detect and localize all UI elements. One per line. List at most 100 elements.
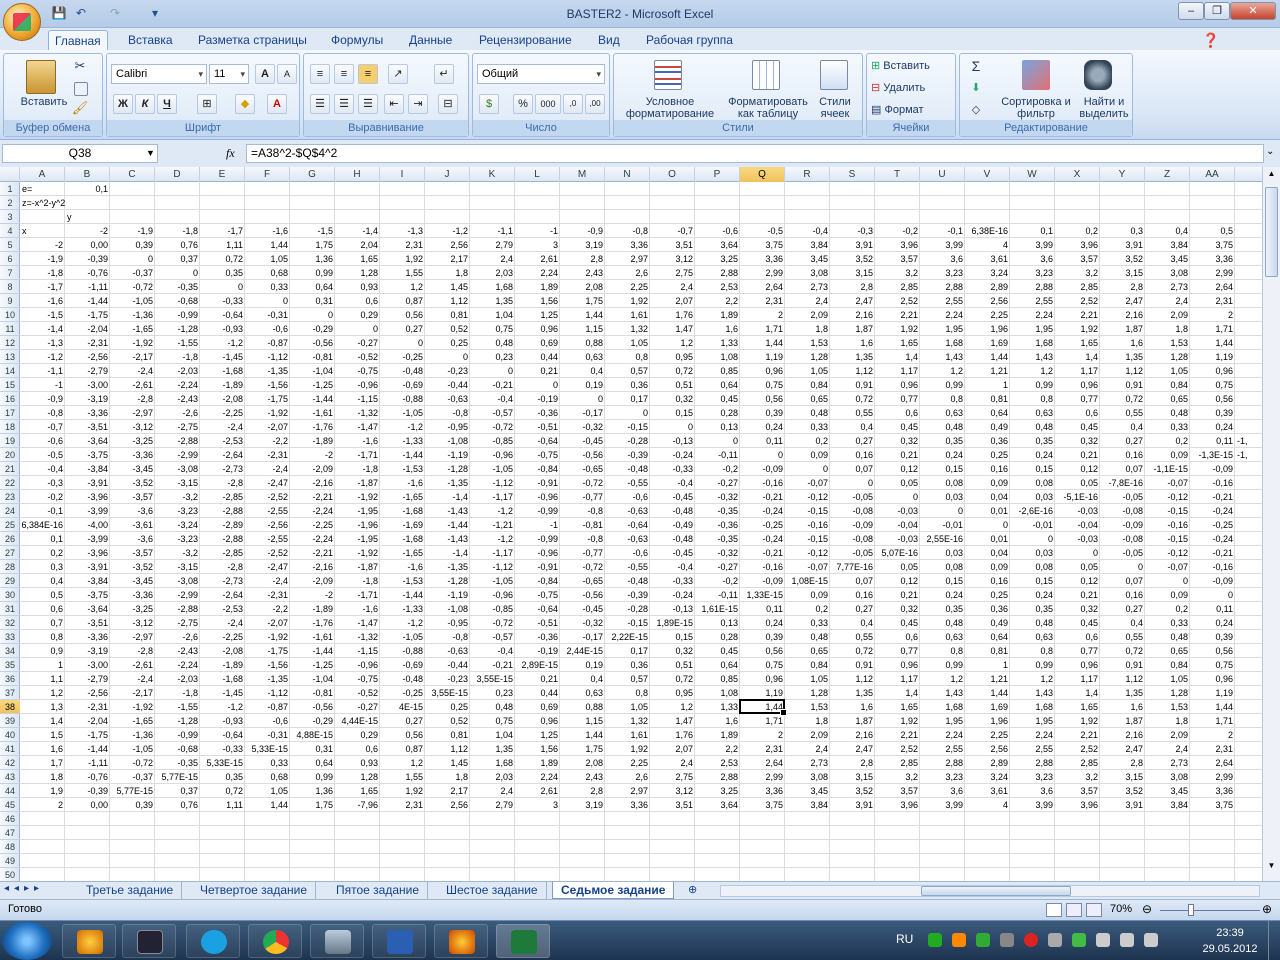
formula-input[interactable]: =A38^2-$Q$4^2 [246, 144, 1264, 163]
cell-Q27[interactable]: -0,21 [740, 546, 785, 560]
cell-S42[interactable]: 2,8 [830, 756, 875, 770]
cell-I4[interactable]: -1,3 [380, 224, 425, 238]
sheet-tab-3[interactable]: Третье задание [78, 882, 183, 899]
cell-S11[interactable]: 1,87 [830, 322, 875, 336]
cell-F17[interactable]: -1,92 [245, 406, 290, 420]
cell-Y10[interactable]: 2,16 [1100, 308, 1145, 322]
row-header-8[interactable]: 8 [0, 280, 20, 294]
cell-G9[interactable]: 0,31 [290, 294, 335, 308]
cell-R12[interactable]: 1,53 [785, 336, 830, 350]
cell-X23[interactable]: -5,1E-16 [1055, 490, 1100, 504]
cell-T12[interactable]: 1,65 [875, 336, 920, 350]
taskbar-chrome[interactable] [248, 924, 302, 958]
cell-F43[interactable]: 0,68 [245, 770, 290, 784]
cell-U22[interactable]: 0,08 [920, 476, 965, 490]
cell-K17[interactable]: -0,57 [470, 406, 515, 420]
cell-C38[interactable]: -1,92 [110, 700, 155, 714]
cell-I28[interactable]: -1,6 [380, 560, 425, 574]
cell-N11[interactable]: 1,32 [605, 322, 650, 336]
cell-J19[interactable]: -1,08 [425, 434, 470, 448]
cell-K32[interactable]: -0,72 [470, 616, 515, 630]
cell-AA10[interactable]: 2 [1190, 308, 1235, 322]
cell-G12[interactable]: -0,56 [290, 336, 335, 350]
cell-V41[interactable]: 2,56 [965, 742, 1010, 756]
cell-O13[interactable]: 0,95 [650, 350, 695, 364]
cut-icon[interactable]: ✂ [70, 59, 90, 72]
cell-S25[interactable]: -0,09 [830, 518, 875, 532]
cell-E25[interactable]: -2,89 [200, 518, 245, 532]
cell-E9[interactable]: -0,33 [200, 294, 245, 308]
cell-H24[interactable]: -1,95 [335, 504, 380, 518]
cell-A11[interactable]: -1,4 [20, 322, 65, 336]
cell-I31[interactable]: -1,33 [380, 602, 425, 616]
conditional-formatting-icon[interactable] [654, 60, 682, 90]
cell-Z34[interactable]: 0,65 [1145, 644, 1190, 658]
cell-E44[interactable]: 0,72 [200, 784, 245, 798]
cell-P42[interactable]: 2,53 [695, 756, 740, 770]
cell-C27[interactable]: -3,57 [110, 546, 155, 560]
cell-X42[interactable]: 2,85 [1055, 756, 1100, 770]
cell-M8[interactable]: 2,08 [560, 280, 605, 294]
cell-Z26[interactable]: -0,15 [1145, 532, 1190, 546]
cell-AA13[interactable]: 1,19 [1190, 350, 1235, 364]
cell-A40[interactable]: 1,5 [20, 728, 65, 742]
column-header-S[interactable]: S [830, 167, 875, 182]
cell-J37[interactable]: 3,55E-15 [425, 686, 470, 700]
cell-Z18[interactable]: 0,33 [1145, 420, 1190, 434]
cell-L32[interactable]: -0,51 [515, 616, 560, 630]
cell-Z40[interactable]: 2,09 [1145, 728, 1190, 742]
cell-P15[interactable]: 0,64 [695, 378, 740, 392]
cell-F27[interactable]: -2,52 [245, 546, 290, 560]
cell-C43[interactable]: -0,37 [110, 770, 155, 784]
cell-C25[interactable]: -3,61 [110, 518, 155, 532]
cell-G29[interactable]: -2,09 [290, 574, 335, 588]
cell-P40[interactable]: 1,89 [695, 728, 740, 742]
cell-E33[interactable]: -2,25 [200, 630, 245, 644]
cell-F9[interactable]: 0 [245, 294, 290, 308]
tray-torrent-icon[interactable] [928, 933, 942, 947]
cell-F45[interactable]: 1,44 [245, 798, 290, 812]
cell-Q20[interactable]: 0 [740, 448, 785, 462]
cell-V9[interactable]: 2,56 [965, 294, 1010, 308]
cell-G20[interactable]: -2 [290, 448, 335, 462]
cell-H19[interactable]: -1,6 [335, 434, 380, 448]
cell-W38[interactable]: 1,68 [1010, 700, 1055, 714]
cell-Q43[interactable]: 2,99 [740, 770, 785, 784]
cell-S14[interactable]: 1,12 [830, 364, 875, 378]
cell-R31[interactable]: 0,2 [785, 602, 830, 616]
cell-S45[interactable]: 3,91 [830, 798, 875, 812]
cell-O30[interactable]: -0,24 [650, 588, 695, 602]
cell-E36[interactable]: -1,68 [200, 672, 245, 686]
cell-G24[interactable]: -2,24 [290, 504, 335, 518]
cell-B39[interactable]: -2,04 [65, 714, 110, 728]
sheet-tab-7[interactable]: Седьмое задание [552, 882, 675, 899]
cell-C37[interactable]: -2,17 [110, 686, 155, 700]
cell-Y45[interactable]: 3,91 [1100, 798, 1145, 812]
cell-L16[interactable]: -0,19 [515, 392, 560, 406]
cell-W24[interactable]: -2,6E-16 [1010, 504, 1055, 518]
cell-M29[interactable]: -0,65 [560, 574, 605, 588]
cell-U19[interactable]: 0,35 [920, 434, 965, 448]
cell-N41[interactable]: 1,92 [605, 742, 650, 756]
cell-O11[interactable]: 1,47 [650, 322, 695, 336]
cell-F10[interactable]: -0,31 [245, 308, 290, 322]
cell-Z25[interactable]: -0,16 [1145, 518, 1190, 532]
cell-U31[interactable]: 0,35 [920, 602, 965, 616]
cell-V34[interactable]: 0,81 [965, 644, 1010, 658]
cell-B41[interactable]: -1,44 [65, 742, 110, 756]
cell-Q30[interactable]: 1,33E-15 [740, 588, 785, 602]
cell-Y38[interactable]: 1,6 [1100, 700, 1145, 714]
cell-L19[interactable]: -0,64 [515, 434, 560, 448]
cell-I36[interactable]: -0,48 [380, 672, 425, 686]
cell-P21[interactable]: -0,2 [695, 462, 740, 476]
cell-P44[interactable]: 3,25 [695, 784, 740, 798]
cell-H29[interactable]: -1,8 [335, 574, 380, 588]
cell-J25[interactable]: -1,44 [425, 518, 470, 532]
cell-D22[interactable]: -3,15 [155, 476, 200, 490]
cell-W5[interactable]: 3,99 [1010, 238, 1055, 252]
cell-Z4[interactable]: 0,4 [1145, 224, 1190, 238]
cell-W40[interactable]: 2,24 [1010, 728, 1055, 742]
cell-L42[interactable]: 1,89 [515, 756, 560, 770]
tray-player-icon[interactable] [952, 933, 966, 947]
cell-E23[interactable]: -2,85 [200, 490, 245, 504]
